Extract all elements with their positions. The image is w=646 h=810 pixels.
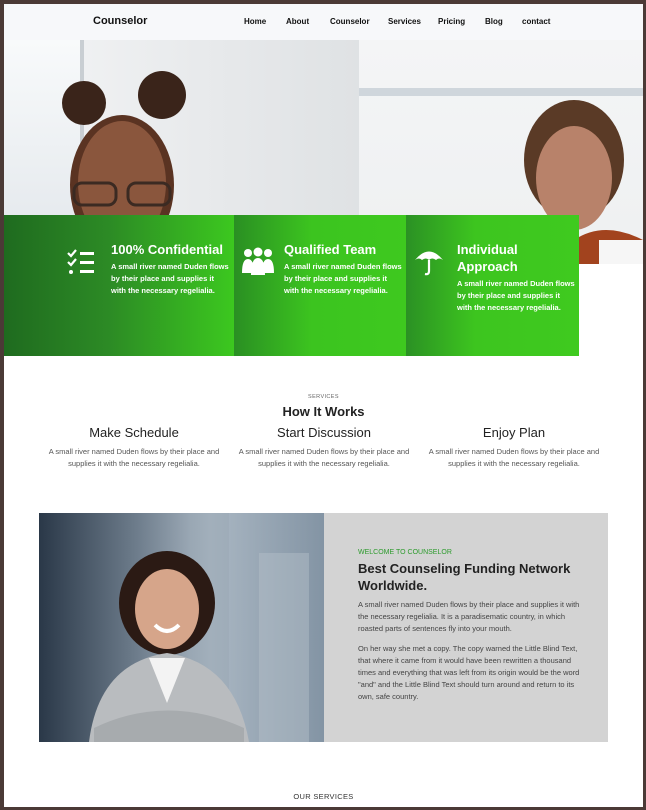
about-paragraph-1: A small river named Duden flows by their… — [358, 600, 580, 633]
brand-logo[interactable]: Counselor — [93, 15, 147, 27]
step-enjoy-plan: Enjoy Plan A small river named Duden flo… — [424, 425, 604, 470]
step-start-discussion: Start Discussion A small river named Dud… — [234, 425, 414, 470]
feature-cards: 100% Confidential A small river named Du… — [4, 215, 579, 356]
step-text: A small river named Duden flows by their… — [238, 447, 410, 468]
feature-text: A small river named Duden flows by their… — [111, 262, 229, 295]
step-title: Make Schedule — [89, 425, 179, 440]
feature-card-approach: Individual Approach A small river named … — [406, 215, 579, 356]
about-photo — [39, 513, 324, 742]
about-panel: WELCOME TO COUNSELOR Best Counseling Fun… — [324, 513, 608, 742]
about-paragraph-2: On her way she met a copy. The copy warn… — [358, 644, 580, 701]
step-text: A small river named Duden flows by their… — [428, 447, 600, 468]
feature-title-line1: Individual — [457, 242, 518, 257]
section-kicker: SERVICES — [308, 394, 339, 400]
step-title: Enjoy Plan — [482, 425, 546, 440]
nav-counselor[interactable]: Counselor — [330, 17, 375, 26]
our-services-kicker: OUR SERVICES — [293, 792, 354, 801]
businesswoman-illustration — [89, 513, 309, 742]
feature-title-line2: Approach — [457, 259, 518, 274]
nav-pricing[interactable]: Pricing — [438, 17, 473, 26]
step-title: Start Discussion — [277, 425, 371, 440]
nav-home[interactable]: Home — [244, 17, 274, 26]
team-icon — [242, 247, 274, 275]
umbrella-icon — [415, 251, 443, 276]
step-make-schedule: Make Schedule A small river named Duden … — [44, 425, 224, 470]
about-kicker: WELCOME TO COUNSELOR — [358, 549, 452, 556]
nav-about[interactable]: About — [286, 17, 316, 26]
checklist-icon — [67, 249, 94, 274]
feature-title: Qualified Team — [284, 242, 377, 257]
feature-title: 100% Confidential — [111, 242, 223, 257]
section-title: How It Works — [282, 404, 365, 419]
step-text: A small river named Duden flows by their… — [48, 447, 220, 468]
top-nav: Counselor Home About Counselor Services … — [4, 4, 643, 40]
feature-text: A small river named Duden flows by their… — [284, 262, 402, 295]
nav-services[interactable]: Services — [388, 17, 428, 26]
feature-card-confidential: 100% Confidential A small river named Du… — [4, 215, 234, 356]
feature-card-team: Qualified Team A small river named Duden… — [234, 215, 406, 356]
nav-contact[interactable]: contact — [522, 17, 557, 26]
page: Counselor Home About Counselor Services … — [4, 4, 643, 807]
nav-blog[interactable]: Blog — [485, 17, 510, 26]
about-title: Best Counseling Funding Network Worldwid… — [358, 561, 571, 593]
feature-text: A small river named Duden flows by their… — [457, 279, 575, 312]
